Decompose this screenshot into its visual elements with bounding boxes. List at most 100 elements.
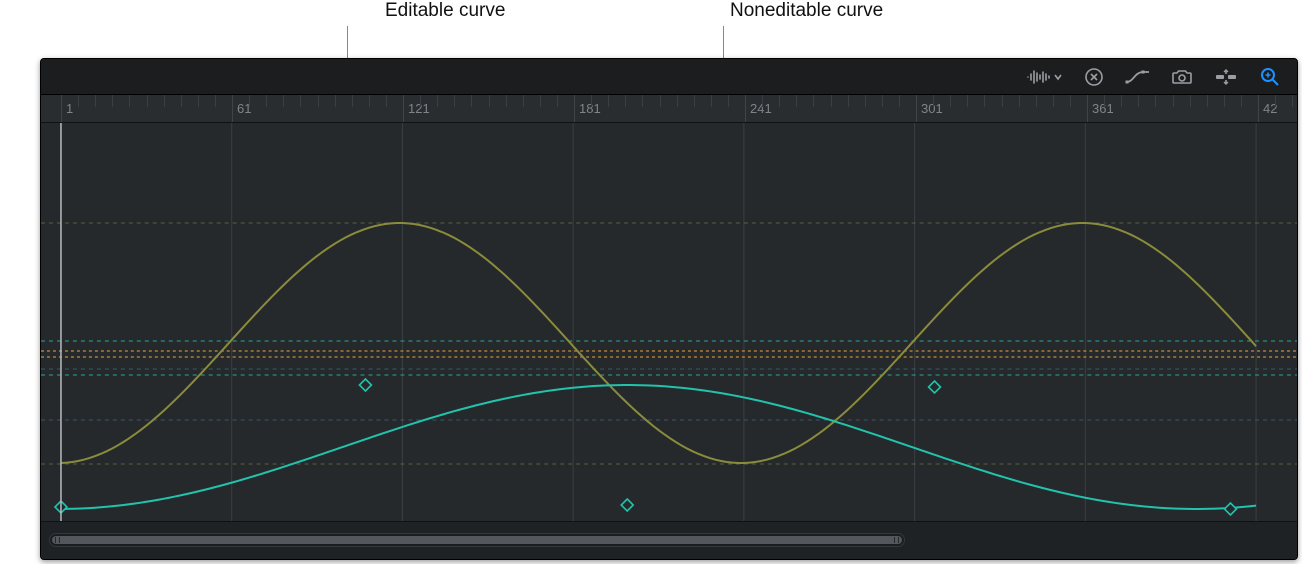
ruler-minor-tick (1207, 95, 1208, 107)
ruler-minor-tick (454, 95, 455, 107)
ruler-minor-tick (950, 95, 951, 107)
curve-edit-tool-button[interactable] (1123, 64, 1153, 90)
ruler-minor-tick (728, 95, 729, 107)
ruler-minor-tick (1053, 95, 1054, 107)
keyframe-editor-toolbar (41, 59, 1297, 95)
ruler-minor-tick (865, 95, 866, 107)
ruler-minor-tick (386, 95, 387, 107)
chevron-down-icon (1055, 75, 1061, 79)
fit-vertical-button[interactable] (1211, 64, 1241, 90)
ruler-tick-label: 1 (66, 101, 73, 116)
annotated-screenshot: Editable curve Noneditable curve (0, 0, 1302, 564)
ruler-minor-tick (147, 95, 148, 107)
ruler-minor-tick (1070, 95, 1071, 107)
ruler-minor-tick (848, 95, 849, 107)
ruler-minor-tick (249, 95, 250, 107)
ruler-minor-tick (882, 95, 883, 107)
ruler-minor-tick (523, 95, 524, 107)
callout-editable-label: Editable curve (385, 0, 505, 22)
ruler-minor-tick (283, 95, 284, 107)
ruler-minor-tick (762, 95, 763, 107)
ruler-minor-tick (899, 95, 900, 107)
snapshot-button[interactable] (1167, 64, 1197, 90)
ruler-tick-label: 181 (579, 101, 601, 116)
ruler-minor-tick (181, 95, 182, 107)
ruler-minor-tick (984, 95, 985, 107)
ruler-minor-tick (437, 95, 438, 107)
ruler-minor-tick (1138, 95, 1139, 107)
ruler-minor-tick (489, 95, 490, 107)
editable-curve[interactable] (61, 385, 1256, 509)
ruler-major-tick: 1 (61, 95, 62, 122)
ruler-minor-tick (1036, 95, 1037, 107)
ruler-tick-label: 361 (1092, 101, 1114, 116)
ruler-minor-tick (369, 95, 370, 107)
audio-waveform-icon (1026, 68, 1062, 86)
ruler-minor-tick (318, 95, 319, 107)
ruler-minor-tick (95, 95, 96, 107)
ruler-minor-tick (506, 95, 507, 107)
ruler-minor-tick (1155, 95, 1156, 107)
ruler-major-tick: 42 (1258, 95, 1259, 122)
close-circle-icon (1084, 67, 1104, 87)
clear-curves-button[interactable] (1079, 64, 1109, 90)
camera-icon (1171, 68, 1193, 86)
ruler-tick-label: 301 (921, 101, 943, 116)
ruler-minor-tick (1224, 95, 1225, 107)
keyframe-editor-panel: 1 61 121 181 241 301 361 42 (40, 58, 1298, 560)
ruler-minor-tick (471, 95, 472, 107)
ruler-minor-tick (420, 95, 421, 107)
horizontal-scrollbar-thumb[interactable] (52, 536, 902, 544)
ruler-minor-tick (1019, 95, 1020, 107)
ruler-minor-tick (215, 95, 216, 107)
ruler-minor-tick (1173, 95, 1174, 107)
ruler-minor-tick (1104, 95, 1105, 107)
ruler-major-tick: 361 (1087, 95, 1088, 122)
zoom-in-icon (1260, 67, 1280, 87)
horizontal-scrollbar[interactable] (49, 533, 905, 547)
ruler-minor-tick (779, 95, 780, 107)
noneditable-curve (61, 223, 1256, 463)
ruler-minor-tick (1190, 95, 1191, 107)
ruler-major-tick: 181 (574, 95, 575, 122)
ruler-minor-tick (677, 95, 678, 107)
ruler-minor-tick (557, 95, 558, 107)
ruler-minor-tick (112, 95, 113, 107)
ruler-minor-tick (266, 95, 267, 107)
timeline-ruler[interactable]: 1 61 121 181 241 301 361 42 (41, 95, 1297, 123)
ruler-minor-tick (796, 95, 797, 107)
ruler-minor-tick (933, 95, 934, 107)
ruler-minor-tick (694, 95, 695, 107)
ruler-minor-tick (300, 95, 301, 107)
audio-waveform-menu[interactable] (1023, 64, 1065, 90)
ruler-minor-tick (642, 95, 643, 107)
callout-noneditable-label: Noneditable curve (730, 0, 883, 22)
ruler-minor-tick (1241, 95, 1242, 107)
ruler-minor-tick (164, 95, 165, 107)
ruler-minor-tick (198, 95, 199, 107)
ruler-minor-tick (608, 95, 609, 107)
ruler-minor-tick (813, 95, 814, 107)
curve-graph-area[interactable] (41, 123, 1297, 523)
ruler-minor-tick (591, 95, 592, 107)
editor-footer (41, 521, 1297, 559)
ruler-minor-tick (129, 95, 130, 107)
ruler-minor-tick (711, 95, 712, 107)
ruler-major-tick: 61 (232, 95, 233, 122)
keyframe-marker[interactable] (621, 499, 633, 511)
ruler-minor-tick (1292, 95, 1293, 107)
ruler-minor-tick (831, 95, 832, 107)
ruler-tick-label: 241 (750, 101, 772, 116)
ruler-minor-tick (78, 95, 79, 107)
ruler-minor-tick (352, 95, 353, 107)
keyframe-marker[interactable] (929, 381, 941, 393)
ruler-minor-tick (1002, 95, 1003, 107)
ruler-minor-tick (540, 95, 541, 107)
keyframe-marker[interactable] (1224, 503, 1236, 515)
keyframe-marker[interactable] (359, 379, 371, 391)
ruler-minor-tick (660, 95, 661, 107)
ruler-minor-tick (967, 95, 968, 107)
curve-edit-icon (1125, 68, 1151, 86)
ruler-major-tick: 121 (403, 95, 404, 122)
zoom-in-button[interactable] (1255, 64, 1285, 90)
